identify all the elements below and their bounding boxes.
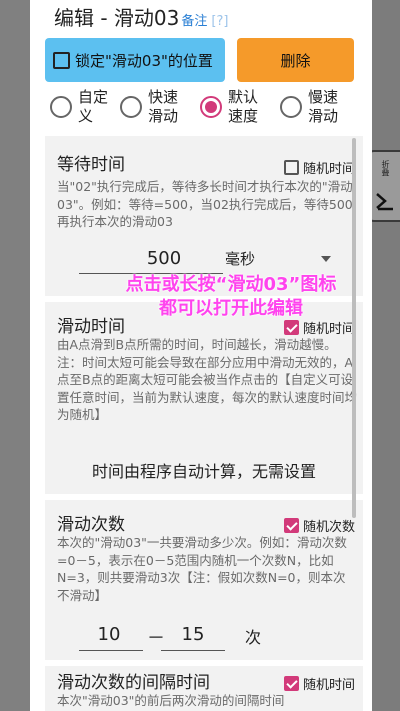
interval-random-label: 随机时间: [302, 678, 355, 693]
swipe-count-section: 滑动次数 随机次数 本次的"滑动03"一共要滑动多少次。例如：滑动次数=0－5，…: [45, 500, 363, 660]
note-link[interactable]: 备注: [181, 14, 207, 29]
radio-default[interactable]: [200, 96, 222, 118]
settings-scroll-area[interactable]: 等待时间 随机时间 当"02"执行完成后，等待多长时间才执行本次的"滑动03"。…: [45, 136, 367, 711]
speed-label-fast: 快速滑动: [148, 88, 179, 125]
wait-time-title: 等待时间: [57, 155, 125, 175]
wait-random-label: 随机时间: [302, 162, 355, 177]
wait-time-desc: 当"02"执行完成后，等待多长时间才执行本次的"滑动03"。例如：等待=500，…: [57, 179, 353, 229]
collapse-icon: [376, 193, 393, 211]
swipe-count-random-label: 随机次数: [302, 520, 355, 535]
wait-unit-select[interactable]: 毫秒: [225, 248, 255, 269]
delete-button[interactable]: 删除: [237, 38, 354, 82]
scrollbar[interactable]: [352, 138, 356, 518]
radio-slow[interactable]: [280, 96, 302, 118]
min-input-underline: [79, 650, 143, 651]
speed-option-default[interactable]: 默认速度: [200, 88, 260, 126]
wait-time-section: 等待时间 随机时间 当"02"执行完成后，等待多长时间才执行本次的"滑动03"。…: [45, 136, 363, 296]
dropdown-arrow-icon[interactable]: [321, 256, 331, 262]
speed-option-fast[interactable]: 快速滑动: [120, 88, 180, 126]
side-widget-label: 折叠: [381, 160, 390, 176]
hint-line-1: 点击或长按“滑动03”图标: [125, 274, 337, 295]
radio-fast[interactable]: [120, 96, 142, 118]
speed-radio-group: 自定义 快速滑动 默认速度 慢速滑动: [40, 88, 370, 130]
speed-label-default: 默认速度: [228, 88, 259, 125]
edit-dialog: 编辑 - 滑动03 备注 [?] 锁定"滑动03"的位置 删除 自定义 快速滑动 默…: [30, 0, 372, 711]
interval-desc: 本次"滑动03"的前后两次滑动的间隔时间: [57, 693, 285, 708]
speed-option-slow[interactable]: 慢速滑动: [280, 88, 340, 126]
interval-section: 滑动次数的间隔时间 随机时间 本次"滑动03"的前后两次滑动的间隔时间: [45, 666, 363, 711]
swipe-time-auto-text: 时间由程序自动计算，无需设置: [91, 462, 316, 481]
dialog-title: 编辑 - 滑动03: [54, 6, 180, 30]
wait-time-input[interactable]: 500: [105, 248, 223, 269]
swipe-count-random-checkbox[interactable]: [283, 518, 299, 533]
lock-position-button[interactable]: 锁定"滑动03"的位置: [45, 38, 225, 82]
swipe-count-title: 滑动次数: [57, 515, 125, 535]
max-input-underline: [161, 650, 225, 651]
swipe-time-random-checkbox[interactable]: [283, 320, 299, 335]
wait-random-toggle[interactable]: 随机时间: [283, 158, 355, 177]
swipe-count-min-input[interactable]: 10: [81, 624, 137, 645]
range-dash: －: [147, 628, 165, 649]
swipe-time-desc: 由A点滑到B点所需的时间，时间越长，滑动越慢。注：时间太短可能会导致在部分应用中…: [57, 337, 358, 422]
swipe-count-desc: 本次的"滑动03"一共要滑动多少次。例如：滑动次数=0－5，表示在0－5范围内随…: [57, 535, 347, 603]
interval-random-checkbox[interactable]: [283, 676, 299, 691]
swipe-count-max-input[interactable]: 15: [165, 624, 221, 645]
speed-option-custom[interactable]: 自定义: [50, 88, 110, 126]
swipe-count-unit: 次: [245, 628, 262, 647]
lock-position-label: 锁定"滑动03"的位置: [75, 51, 213, 70]
swipe-count-random-toggle[interactable]: 随机次数: [283, 516, 355, 535]
radio-custom[interactable]: [50, 96, 72, 118]
speed-label-slow: 慢速滑动: [308, 88, 339, 125]
interval-random-toggle[interactable]: 随机时间: [283, 674, 355, 693]
interval-title: 滑动次数的间隔时间: [57, 673, 210, 693]
wait-random-checkbox[interactable]: [283, 160, 299, 175]
background-app: [372, 0, 400, 711]
hint-overlay: 点击或长按“滑动03”图标 都可以打开此编辑: [96, 273, 366, 321]
speed-label-custom: 自定义: [78, 88, 109, 125]
lock-checkbox-icon: [53, 51, 70, 69]
dialog-title-row: 编辑 - 滑动03 备注 [?]: [54, 2, 228, 31]
hint-line-2: 都可以打开此编辑: [159, 298, 303, 319]
help-link[interactable]: [?]: [211, 14, 228, 29]
delete-label: 删除: [280, 51, 311, 70]
swipe-time-section: 滑动时间 随机时间 由A点滑到B点所需的时间，时间越长，滑动越慢。注：时间太短可…: [45, 302, 363, 494]
